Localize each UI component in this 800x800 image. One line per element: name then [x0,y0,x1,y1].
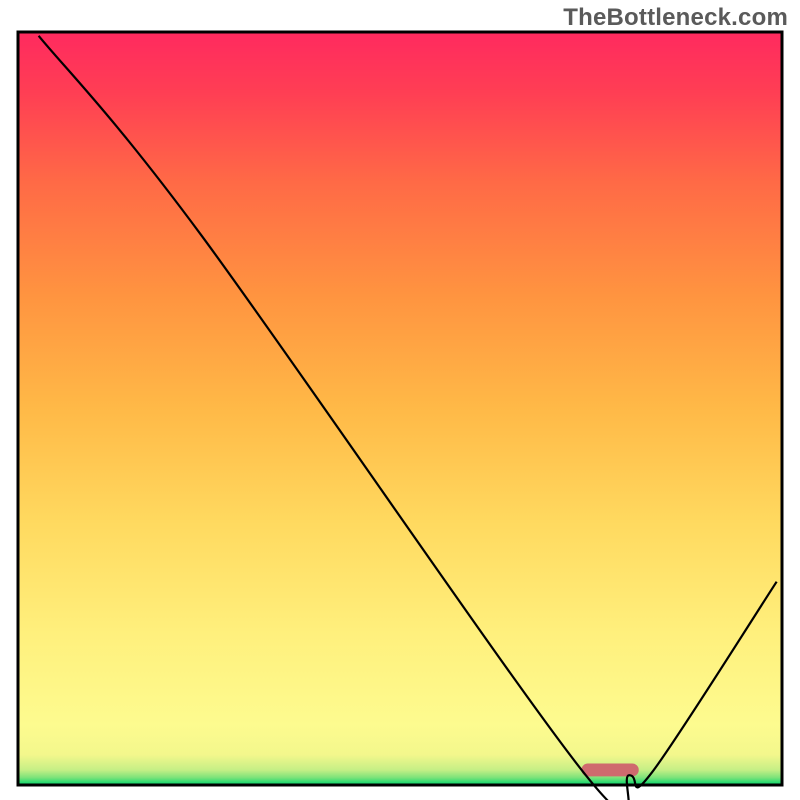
bottleneck-chart [0,0,800,800]
watermark-text: TheBottleneck.com [563,4,788,32]
chart-container: { "watermark": "TheBottleneck.com", "cha… [0,0,800,800]
